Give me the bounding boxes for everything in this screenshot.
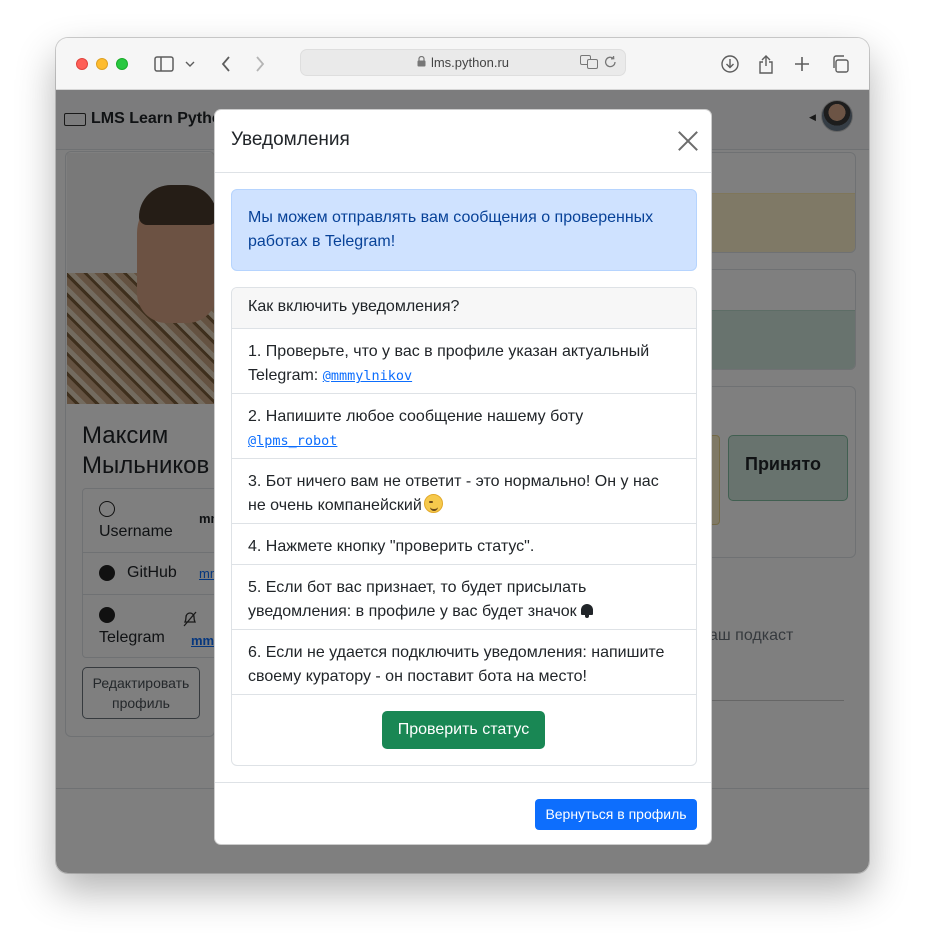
step-item: 6. Если не удается подключить уведомлени… — [232, 630, 696, 695]
zoom-window-button[interactable] — [116, 58, 128, 70]
translate-icon[interactable] — [580, 55, 598, 72]
url-text: lms.python.ru — [430, 55, 510, 70]
chevron-down-icon[interactable] — [182, 52, 198, 76]
telegram-handle-link[interactable]: @mmmylnikov — [323, 368, 412, 384]
step-item: 3. Бот ничего вам не ответит - это норма… — [232, 459, 696, 524]
download-icon[interactable] — [718, 52, 742, 76]
close-window-button[interactable] — [76, 58, 88, 70]
step-item: 4. Нажмете кнопку "проверить статус". — [232, 524, 696, 565]
browser-toolbar: lms.python.ru — [56, 38, 869, 90]
notifications-modal: Уведомления Мы можем отправлять вам сооб… — [214, 109, 712, 845]
modal-footer: Вернуться в профиль — [215, 782, 711, 844]
tab-overview-icon[interactable] — [828, 52, 852, 76]
wink-emoji-icon — [423, 494, 443, 513]
back-to-profile-button[interactable]: Вернуться в профиль — [535, 799, 697, 830]
howto-card: Как включить уведомления? 1. Проверьте, … — [231, 287, 697, 766]
sidebar-icon[interactable] — [152, 52, 176, 76]
step-item: 1. Проверьте, что у вас в профиле указан… — [232, 329, 696, 394]
address-actions — [580, 55, 617, 72]
step-item: 2. Напишите любое сообщение нашему боту … — [232, 394, 696, 459]
reload-icon[interactable] — [604, 55, 617, 72]
share-icon[interactable] — [754, 52, 778, 76]
bell-icon — [580, 604, 593, 618]
howto-header: Как включить уведомления? — [232, 288, 696, 329]
modal-title: Уведомления — [231, 129, 350, 150]
check-status-button[interactable]: Проверить статус — [382, 711, 545, 749]
back-icon[interactable] — [214, 52, 238, 76]
step-item: 5. Если бот вас признает, то будет присы… — [232, 565, 696, 630]
new-tab-icon[interactable] — [790, 52, 814, 76]
lock-icon — [417, 55, 426, 70]
bot-handle-link[interactable]: @lpms_robot — [248, 433, 337, 449]
address-bar[interactable]: lms.python.ru — [300, 49, 626, 76]
minimize-window-button[interactable] — [96, 58, 108, 70]
modal-header: Уведомления — [215, 110, 711, 173]
close-modal-button[interactable] — [677, 130, 699, 152]
telegram-info-alert: Мы можем отправлять вам сообщения о пров… — [231, 189, 697, 271]
forward-icon[interactable] — [248, 52, 272, 76]
